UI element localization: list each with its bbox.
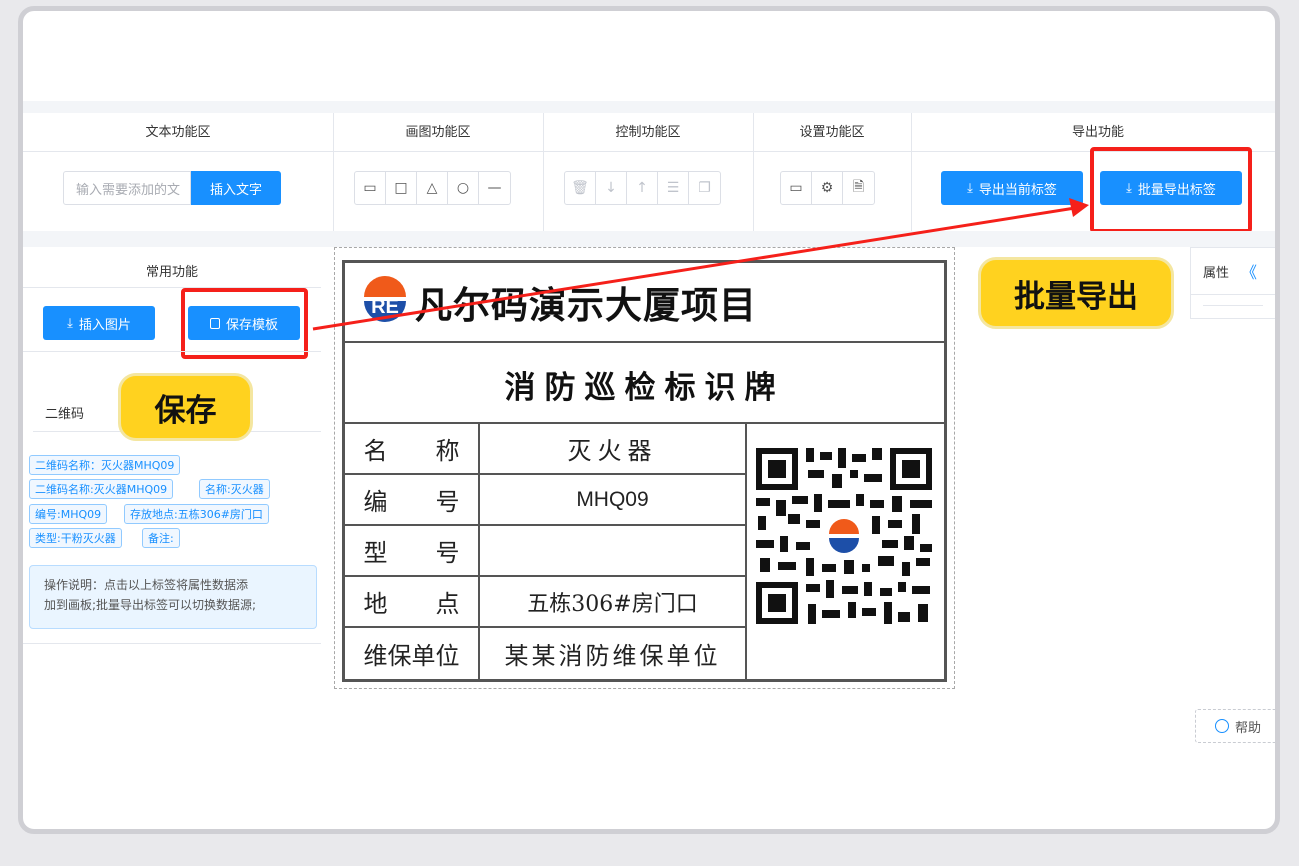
- help-button[interactable]: 帮助: [1195, 709, 1275, 743]
- app-window: 文本功能区 画图功能区 控制功能区 设置功能区 导出功能 输入需要添加的文 插入…: [18, 6, 1280, 834]
- batch-export-annotation-badge: 批量导出: [978, 257, 1174, 329]
- help-icon: [1214, 719, 1229, 733]
- properties-panel: 属性 《: [1190, 247, 1275, 319]
- properties-divider: [1203, 305, 1263, 306]
- annotation-arrow: [312, 198, 1089, 331]
- help-label: 帮助: [1234, 720, 1261, 736]
- collapse-icon[interactable]: 《: [1241, 259, 1257, 283]
- properties-title: 属性: [1203, 266, 1230, 281]
- properties-divider: [1191, 294, 1275, 295]
